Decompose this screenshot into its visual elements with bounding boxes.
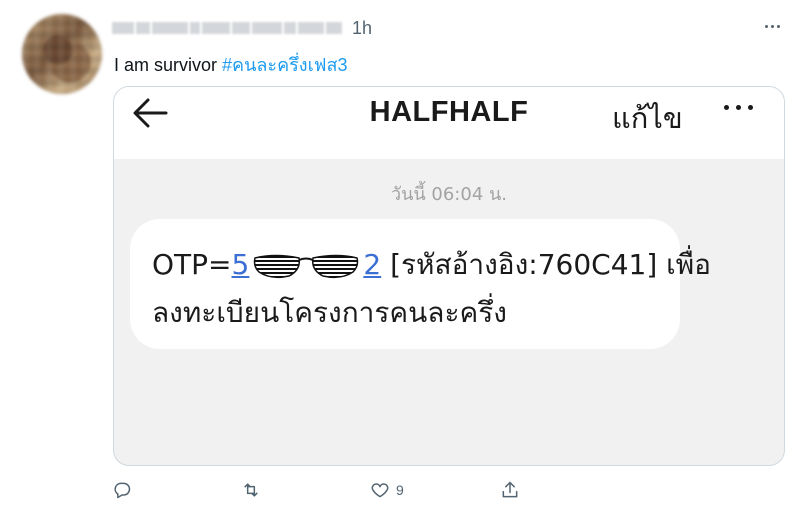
- sms-app-header: HALFHALF แก้ไข: [114, 87, 784, 159]
- tweet-header: 1h: [112, 16, 372, 40]
- tweet[interactable]: 1h I am survivor #คนละครึ่งเฟส3 HALFHALF…: [0, 0, 800, 508]
- more-horizontal-icon[interactable]: [762, 20, 782, 32]
- message-bubble: OTP=5 2 [รหัสอ้างอิง:760C41] เพื่อ ลงทะเ…: [130, 219, 711, 349]
- otp-prefix: OTP=: [152, 248, 232, 281]
- heart-icon: [371, 483, 389, 498]
- attached-image[interactable]: HALFHALF แก้ไข วันนี้ 06:04 น. OTP=5 2 […: [113, 86, 785, 466]
- like-count: 9: [396, 482, 404, 498]
- tweet-time[interactable]: 1h: [352, 18, 372, 39]
- message-line-1: OTP=5 2 [รหัสอ้างอิง:760C41] เพื่อ: [152, 243, 711, 287]
- reply-icon: [114, 482, 131, 499]
- blurred-display-name[interactable]: [112, 21, 342, 35]
- like-button[interactable]: 9: [370, 476, 404, 504]
- avatar[interactable]: [22, 14, 102, 94]
- reply-button[interactable]: [112, 476, 132, 504]
- message-timestamp: วันนี้ 06:04 น.: [390, 184, 508, 205]
- sms-more-icon: [724, 105, 753, 110]
- retweet-icon: [244, 483, 258, 497]
- tweet-text: I am survivor #คนละครึ่งเฟส3: [114, 50, 347, 79]
- tweet-text-body: I am survivor: [114, 55, 223, 75]
- share-icon: [502, 481, 518, 498]
- otp-reference: [รหัสอ้างอิง:760C41] เพื่อ: [390, 248, 711, 281]
- otp-visible-start: 5: [231, 248, 250, 281]
- tweet-actions: 9: [112, 476, 532, 504]
- avatar-mosaic: [22, 14, 102, 94]
- hashtag-link[interactable]: #คนละครึ่งเฟส3: [222, 55, 347, 75]
- retweet-button[interactable]: [240, 476, 262, 504]
- otp-visible-end: 2: [363, 248, 382, 281]
- censor-glasses-icon: [251, 252, 361, 280]
- share-button[interactable]: [500, 476, 520, 504]
- message-line-2: ลงทะเบียนโครงการคนละครึ่ง: [152, 296, 507, 329]
- sms-sender-title: HALFHALF: [369, 96, 529, 128]
- edit-label: แก้ไข: [612, 101, 683, 135]
- otp-code-link: 5 2: [232, 248, 382, 281]
